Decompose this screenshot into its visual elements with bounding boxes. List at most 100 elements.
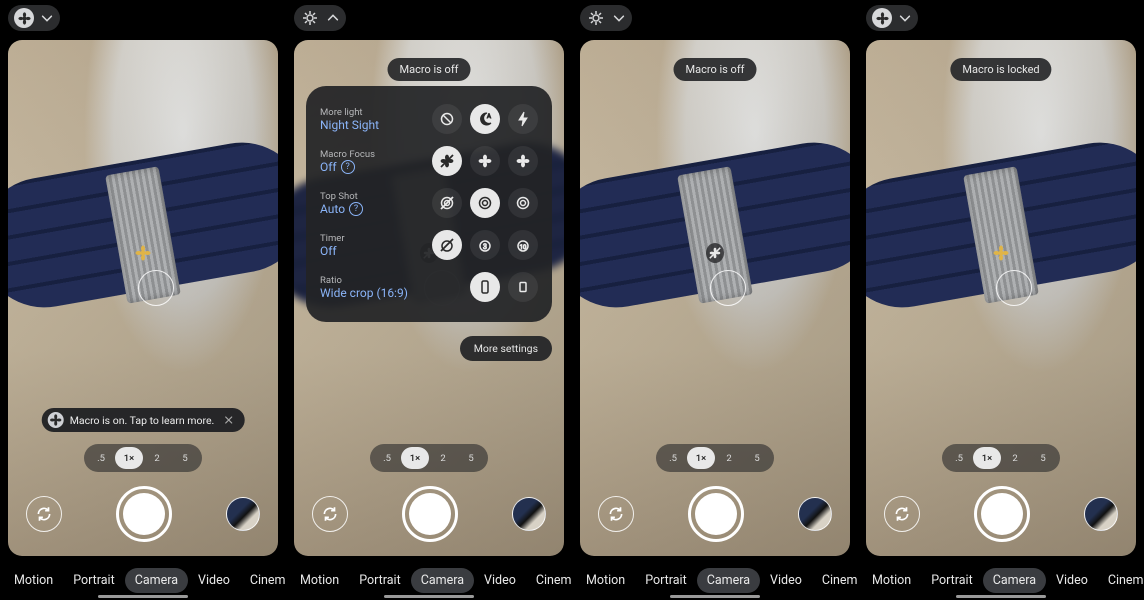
shutter-button[interactable] bbox=[402, 486, 458, 542]
mode-motion[interactable]: Motion bbox=[862, 568, 921, 593]
setting-title: Top Shot bbox=[320, 191, 363, 202]
svg-text:3: 3 bbox=[483, 243, 487, 251]
zoom-option[interactable]: 1× bbox=[115, 447, 143, 469]
zoom-option[interactable]: .5 bbox=[87, 447, 115, 469]
zoom-option[interactable]: 2 bbox=[1001, 447, 1029, 469]
shutter-button[interactable] bbox=[688, 486, 744, 542]
capture-controls bbox=[294, 486, 564, 542]
setting-title: More light bbox=[320, 107, 379, 118]
zoom-selector[interactable]: .51×25 bbox=[656, 444, 774, 472]
mode-portrait[interactable]: Portrait bbox=[349, 568, 411, 593]
viewfinder[interactable]: Macro is on. Tap to learn more. .51×25 bbox=[8, 40, 278, 556]
gallery-thumbnail[interactable] bbox=[1084, 497, 1118, 531]
home-indicator[interactable] bbox=[384, 595, 474, 599]
zoom-selector[interactable]: .51×25 bbox=[942, 444, 1060, 472]
phone-frame: Macro is locked .51×25 MotionPortraitCam… bbox=[858, 0, 1144, 600]
chevron-icon bbox=[326, 11, 340, 25]
quick-settings-toggle[interactable] bbox=[8, 5, 60, 31]
mode-portrait[interactable]: Portrait bbox=[63, 568, 125, 593]
flash-option[interactable] bbox=[508, 104, 538, 134]
zoom-option[interactable]: 2 bbox=[715, 447, 743, 469]
zoom-selector[interactable]: .51×25 bbox=[370, 444, 488, 472]
zoom-option[interactable]: 5 bbox=[743, 447, 771, 469]
mode-camera[interactable]: Camera bbox=[697, 568, 760, 593]
zoom-option[interactable]: 5 bbox=[1029, 447, 1057, 469]
quick-settings-toggle[interactable] bbox=[580, 5, 632, 31]
ban-option[interactable] bbox=[432, 104, 462, 134]
shutter-button[interactable] bbox=[116, 486, 172, 542]
topshot-off-option[interactable] bbox=[432, 188, 462, 218]
mode-motion[interactable]: Motion bbox=[576, 568, 635, 593]
phone-frame: Macro is off .51×25 More light Night Sig… bbox=[286, 0, 572, 600]
home-indicator[interactable] bbox=[670, 595, 760, 599]
zoom-option[interactable]: 2 bbox=[429, 447, 457, 469]
switch-camera-button[interactable] bbox=[884, 496, 920, 532]
switch-camera-button[interactable] bbox=[598, 496, 634, 532]
flower-icon bbox=[48, 412, 64, 428]
chevron-icon bbox=[40, 11, 54, 25]
shutter-button[interactable] bbox=[974, 486, 1030, 542]
quick-settings-toggle[interactable] bbox=[866, 5, 918, 31]
zoom-option[interactable]: 1× bbox=[401, 447, 429, 469]
focus-ring bbox=[138, 270, 174, 306]
macro-indicator-icon bbox=[134, 244, 152, 262]
tip-text: Macro is on. Tap to learn more. bbox=[70, 414, 215, 427]
night-auto-option[interactable] bbox=[470, 104, 500, 134]
viewfinder[interactable]: Macro is off .51×25 More light Night Sig… bbox=[294, 40, 564, 556]
help-icon[interactable]: ? bbox=[341, 160, 355, 174]
top-bar bbox=[286, 0, 572, 36]
zoom-option[interactable]: .5 bbox=[373, 447, 401, 469]
timer-3-option[interactable]: 3 bbox=[470, 230, 500, 260]
zoom-option[interactable]: 1× bbox=[687, 447, 715, 469]
gallery-thumbnail[interactable] bbox=[798, 497, 832, 531]
switch-camera-button[interactable] bbox=[312, 496, 348, 532]
more-settings-button[interactable]: More settings bbox=[460, 336, 552, 361]
zoom-option[interactable]: .5 bbox=[659, 447, 687, 469]
flower-auto-option[interactable] bbox=[470, 146, 500, 176]
zoom-option[interactable]: 2 bbox=[143, 447, 171, 469]
phone-frame: Macro is on. Tap to learn more. .51×25 M… bbox=[0, 0, 286, 600]
help-icon[interactable]: ? bbox=[349, 202, 363, 216]
zoom-option[interactable]: 1× bbox=[973, 447, 1001, 469]
mode-video[interactable]: Video bbox=[188, 568, 240, 593]
mode-cinema[interactable]: Cinema bbox=[1098, 568, 1144, 593]
mode-video[interactable]: Video bbox=[1046, 568, 1098, 593]
mode-video[interactable]: Video bbox=[760, 568, 812, 593]
settings-row: Timer Off 3 10 bbox=[320, 224, 538, 266]
mode-video[interactable]: Video bbox=[474, 568, 526, 593]
mode-camera[interactable]: Camera bbox=[983, 568, 1046, 593]
close-icon[interactable] bbox=[220, 414, 236, 426]
gallery-thumbnail[interactable] bbox=[226, 497, 260, 531]
mode-portrait[interactable]: Portrait bbox=[921, 568, 983, 593]
gallery-thumbnail[interactable] bbox=[512, 497, 546, 531]
zoom-option[interactable]: 5 bbox=[171, 447, 199, 469]
mode-camera[interactable]: Camera bbox=[411, 568, 474, 593]
zoom-option[interactable]: .5 bbox=[945, 447, 973, 469]
viewfinder[interactable]: Macro is locked .51×25 bbox=[866, 40, 1136, 556]
mode-portrait[interactable]: Portrait bbox=[635, 568, 697, 593]
mode-motion[interactable]: Motion bbox=[290, 568, 349, 593]
timer-10-option[interactable]: 10 bbox=[508, 230, 538, 260]
ratio-full-option[interactable] bbox=[470, 272, 500, 302]
settings-row: Top Shot Auto ? bbox=[320, 182, 538, 224]
timer-off-option[interactable] bbox=[432, 230, 462, 260]
quick-settings-toggle[interactable] bbox=[294, 5, 346, 31]
home-indicator[interactable] bbox=[956, 595, 1046, 599]
home-indicator[interactable] bbox=[98, 595, 188, 599]
flower-on-option[interactable] bbox=[508, 146, 538, 176]
macro-tip[interactable]: Macro is on. Tap to learn more. bbox=[42, 408, 245, 432]
zoom-selector[interactable]: .51×25 bbox=[84, 444, 202, 472]
switch-camera-button[interactable] bbox=[26, 496, 62, 532]
topshot-on-option[interactable] bbox=[508, 188, 538, 218]
setting-title: Timer bbox=[320, 233, 345, 244]
setting-value: Off bbox=[320, 244, 345, 258]
flower-off-option[interactable] bbox=[432, 146, 462, 176]
mode-motion[interactable]: Motion bbox=[4, 568, 63, 593]
topshot-auto-option[interactable] bbox=[470, 188, 500, 218]
viewfinder[interactable]: Macro is off .51×25 bbox=[580, 40, 850, 556]
zoom-option[interactable]: 5 bbox=[457, 447, 485, 469]
status-toast: Macro is off bbox=[388, 58, 471, 81]
ratio-wide-option[interactable] bbox=[508, 272, 538, 302]
mode-camera[interactable]: Camera bbox=[125, 568, 188, 593]
top-bar bbox=[572, 0, 858, 36]
